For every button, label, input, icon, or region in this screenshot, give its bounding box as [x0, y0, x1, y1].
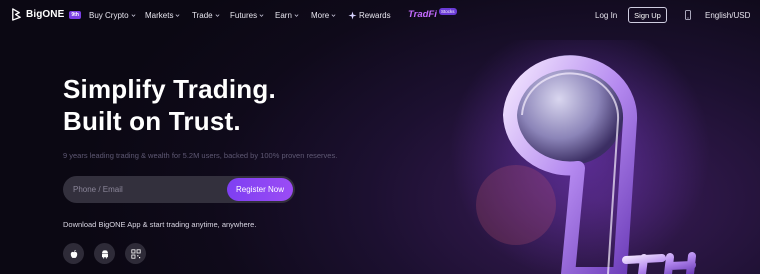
android-download-button[interactable]: [94, 243, 115, 264]
nav-tradfi[interactable]: TradFi: [408, 9, 437, 20]
android-icon: [101, 249, 108, 258]
nav-more-label: More: [311, 11, 330, 20]
chevron-down-icon: [176, 14, 180, 17]
download-app-text: Download BigONE App & start trading anyt…: [63, 220, 257, 229]
hero-title-line1: Simplify Trading.: [63, 74, 276, 104]
nav-rewards-label: Rewards: [359, 11, 391, 20]
bigone-logo-icon: [12, 8, 21, 21]
logo-anniversary-badge: 9th: [69, 10, 81, 19]
chevron-down-icon: [331, 14, 336, 17]
register-now-button[interactable]: Register Now: [227, 178, 293, 201]
hero-title: Simplify Trading. Built on Trust.: [63, 73, 276, 137]
nav-earn-label: Earn: [275, 11, 292, 20]
chevron-down-icon: [215, 14, 220, 17]
sparkle-icon: [348, 11, 357, 20]
top-nav: BigONE 9th Buy Crypto Markets Trade Futu…: [0, 0, 760, 30]
apple-download-button[interactable]: [63, 243, 84, 264]
language-currency-selector[interactable]: English/USD: [705, 11, 750, 20]
chevron-down-icon: [259, 14, 264, 17]
nav-more[interactable]: More: [311, 11, 336, 20]
nav-markets-label: Markets: [145, 11, 174, 20]
nav-buy-crypto[interactable]: Buy Crypto: [89, 11, 136, 20]
nav-futures[interactable]: Futures: [230, 11, 264, 20]
nav-futures-label: Futures: [230, 11, 258, 20]
qr-download-button[interactable]: [125, 243, 146, 264]
nav-rewards[interactable]: Rewards: [348, 11, 391, 20]
stocks-badge: Stocks: [439, 8, 457, 15]
apple-icon: [70, 249, 77, 258]
nav-markets[interactable]: Markets: [145, 11, 180, 20]
phone-email-input[interactable]: [73, 176, 223, 203]
mobile-app-icon[interactable]: [685, 10, 691, 20]
signup-button[interactable]: Sign Up: [628, 7, 667, 23]
hero-subtitle: 9 years leading trading & wealth for 5.2…: [63, 151, 338, 160]
nav-earn[interactable]: Earn: [275, 11, 299, 20]
chevron-down-icon: [131, 14, 136, 17]
nav-trade-label: Trade: [192, 11, 213, 20]
register-form: Register Now: [63, 176, 295, 203]
anniversary-9th-artwork: [450, 40, 710, 274]
nav-buy-crypto-label: Buy Crypto: [89, 11, 129, 20]
logo[interactable]: BigONE 9th: [10, 8, 81, 21]
hero-title-line2: Built on Trust.: [63, 106, 241, 136]
qr-code-icon: [130, 248, 141, 259]
logo-text: BigONE: [26, 9, 65, 20]
nav-trade[interactable]: Trade: [192, 11, 220, 20]
chevron-down-icon: [294, 14, 299, 17]
login-link[interactable]: Log In: [595, 11, 617, 20]
